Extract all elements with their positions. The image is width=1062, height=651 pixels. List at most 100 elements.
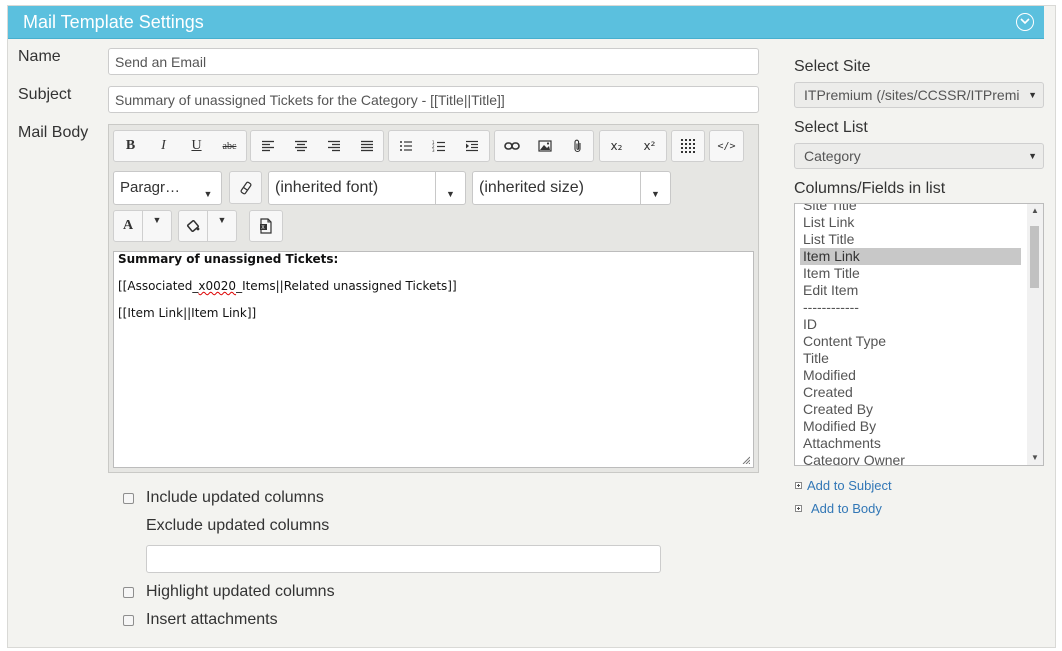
list-item[interactable]: Modified bbox=[800, 367, 1021, 384]
list-item[interactable]: Created By bbox=[800, 401, 1021, 418]
align-center-button[interactable] bbox=[284, 131, 317, 161]
chevron-down-circle-icon[interactable] bbox=[1016, 13, 1034, 31]
indent-icon bbox=[465, 140, 478, 152]
paste-from-word-button[interactable]: X bbox=[249, 210, 283, 242]
format-group: B I U abc bbox=[113, 130, 247, 162]
underline-button[interactable]: U bbox=[180, 131, 213, 161]
list-item[interactable]: Modified By bbox=[800, 418, 1021, 435]
list-item[interactable]: Item Title bbox=[800, 265, 1021, 282]
align-group bbox=[250, 130, 384, 162]
numbered-list-button[interactable]: 123 bbox=[422, 131, 455, 161]
highlight-color-caret-icon[interactable]: ▼ bbox=[207, 211, 236, 241]
body-line-related-items: [[Associated_x0020_Items||Related unassi… bbox=[118, 279, 457, 293]
font-family-dropdown[interactable]: (inherited font) ▼ bbox=[268, 171, 466, 205]
font-size-value: (inherited size) bbox=[479, 179, 584, 196]
list-item[interactable]: List Title bbox=[800, 231, 1021, 248]
body-line-suffix: _Items||Related unassigned Tickets]] bbox=[236, 279, 457, 293]
list-group: 123 bbox=[388, 130, 490, 162]
strikethrough-button[interactable]: abc bbox=[213, 131, 246, 161]
columns-listbox[interactable]: Site Title List Link List Title Item Link It… bbox=[794, 203, 1044, 466]
insert-attachments-label: Insert attachments bbox=[146, 611, 278, 628]
list-item[interactable]: Item Link bbox=[800, 248, 1021, 265]
body-line-prefix: [[Associated_ bbox=[118, 279, 199, 293]
list-item[interactable]: Edit Item bbox=[800, 282, 1021, 299]
list-item[interactable]: Created bbox=[800, 384, 1021, 401]
indent-button[interactable] bbox=[455, 131, 488, 161]
scroll-down-icon[interactable]: ▼ bbox=[1027, 451, 1043, 465]
svg-text:X: X bbox=[261, 225, 265, 231]
subject-input[interactable]: Summary of unassigned Tickets for the Ca… bbox=[108, 86, 759, 113]
highlight-color-button[interactable] bbox=[179, 211, 207, 241]
site-select-value: ITPremium (/sites/CCSSR/ITPremi bbox=[804, 87, 1020, 103]
clear-format-button[interactable] bbox=[229, 171, 262, 204]
source-code-button[interactable]: </> bbox=[709, 130, 744, 162]
align-center-icon bbox=[294, 140, 307, 152]
highlight-updated-label: Highlight updated columns bbox=[146, 583, 335, 600]
numbered-list-icon: 123 bbox=[432, 140, 445, 153]
paint-bucket-icon bbox=[187, 220, 200, 232]
font-size-dropdown[interactable]: (inherited size) ▼ bbox=[472, 171, 671, 205]
include-updated-checkbox[interactable] bbox=[123, 493, 134, 504]
expand-plus-icon[interactable] bbox=[795, 505, 802, 512]
caret-down-icon: ▼ bbox=[435, 172, 465, 204]
body-heading: Summary of unassigned Tickets: bbox=[118, 252, 339, 266]
mail-body-editor[interactable]: Summary of unassigned Tickets: [[Associa… bbox=[113, 251, 754, 468]
resize-grip-icon[interactable] bbox=[742, 456, 750, 464]
subscript-button[interactable]: x₂ bbox=[600, 131, 633, 161]
list-item[interactable]: Content Type bbox=[800, 333, 1021, 350]
columns-label: Columns/Fields in list bbox=[794, 180, 946, 197]
panel-header[interactable]: Mail Template Settings bbox=[8, 6, 1044, 39]
site-select[interactable]: ITPremium (/sites/CCSSR/ITPremi ▼ bbox=[794, 82, 1044, 108]
name-label: Name bbox=[18, 48, 61, 65]
bullet-list-button[interactable] bbox=[389, 131, 422, 161]
table-grid-icon bbox=[681, 139, 695, 153]
attach-button[interactable] bbox=[561, 131, 594, 161]
list-item[interactable]: ------------ bbox=[800, 299, 1021, 316]
font-color-caret-icon[interactable]: ▼ bbox=[142, 211, 171, 241]
svg-text:3: 3 bbox=[432, 148, 435, 153]
scroll-thumb[interactable] bbox=[1030, 226, 1039, 288]
insert-link-button[interactable] bbox=[495, 131, 528, 161]
script-group: x₂ x² bbox=[599, 130, 667, 162]
link-icon bbox=[503, 142, 520, 150]
paragraph-format-dropdown[interactable]: Paragr… ▼ bbox=[113, 171, 222, 205]
insert-table-button[interactable] bbox=[671, 130, 705, 162]
expand-plus-icon[interactable] bbox=[795, 482, 802, 489]
list-item[interactable]: Attachments bbox=[800, 435, 1021, 452]
italic-button[interactable]: I bbox=[147, 131, 180, 161]
list-select[interactable]: Category ▼ bbox=[794, 143, 1044, 169]
list-item[interactable]: List Link bbox=[800, 214, 1021, 231]
list-item[interactable]: Category Owner bbox=[800, 452, 1021, 465]
align-left-button[interactable] bbox=[251, 131, 284, 161]
font-color-button[interactable]: A bbox=[114, 211, 142, 241]
list-item[interactable]: Site Title bbox=[800, 204, 1021, 214]
justify-icon bbox=[360, 140, 373, 152]
justify-button[interactable] bbox=[350, 131, 383, 161]
panel-title: Mail Template Settings bbox=[23, 12, 204, 32]
paragraph-format-value: Paragr… bbox=[120, 179, 181, 196]
bold-button[interactable]: B bbox=[114, 131, 147, 161]
eraser-icon bbox=[239, 181, 252, 194]
list-item[interactable]: ID bbox=[800, 316, 1021, 333]
superscript-button[interactable]: x² bbox=[633, 131, 666, 161]
select-site-label: Select Site bbox=[794, 58, 871, 75]
mail-body-label: Mail Body bbox=[18, 124, 89, 141]
body-line-item-link: [[Item Link||Item Link]] bbox=[118, 306, 257, 320]
font-color-group: A ▼ bbox=[113, 210, 172, 242]
add-to-subject-link[interactable]: Add to Subject bbox=[807, 478, 892, 493]
align-right-button[interactable] bbox=[317, 131, 350, 161]
exclude-updated-input[interactable] bbox=[146, 545, 661, 573]
columns-scrollbar[interactable]: ▲ ▼ bbox=[1027, 204, 1043, 465]
image-icon bbox=[537, 140, 552, 152]
align-right-icon bbox=[327, 140, 340, 152]
list-item[interactable]: Title bbox=[800, 350, 1021, 367]
insert-attachments-checkbox[interactable] bbox=[123, 615, 134, 626]
subject-label: Subject bbox=[18, 86, 72, 103]
scroll-up-icon[interactable]: ▲ bbox=[1027, 204, 1043, 218]
add-to-body-link[interactable]: Add to Body bbox=[811, 501, 882, 516]
select-list-label: Select List bbox=[794, 119, 868, 136]
highlight-updated-checkbox[interactable] bbox=[123, 587, 134, 598]
include-updated-label: Include updated columns bbox=[146, 489, 324, 506]
insert-image-button[interactable] bbox=[528, 131, 561, 161]
name-input[interactable]: Send an Email bbox=[108, 48, 759, 75]
